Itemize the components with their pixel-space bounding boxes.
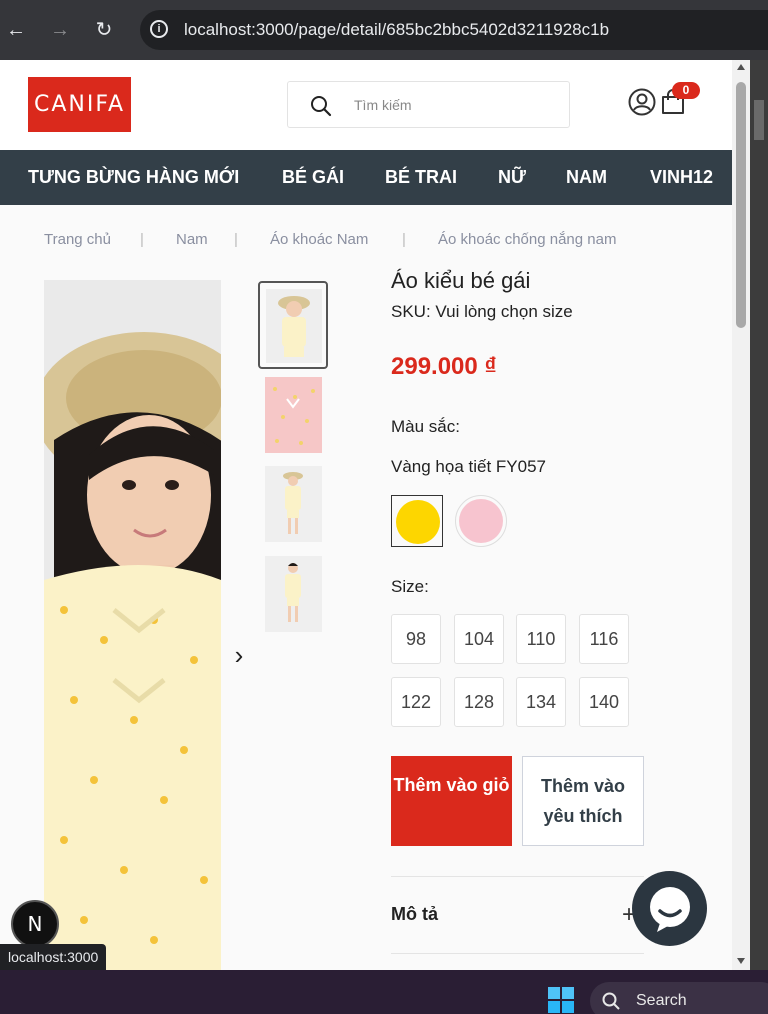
nav-item-women[interactable]: NỮ — [498, 167, 526, 188]
nav-item-vinh12[interactable]: VINH12 — [650, 167, 713, 188]
size-option-128[interactable]: 128 — [454, 677, 504, 727]
product-sku: SKU: Vui lòng chọn size — [391, 302, 573, 321]
side-panel-strip — [750, 60, 768, 970]
color-swatch-yellow[interactable] — [391, 495, 443, 547]
taskbar-search-label: Search — [636, 992, 687, 1009]
chat-support-button[interactable] — [632, 871, 707, 946]
chat-bubble-icon — [650, 887, 690, 932]
thumbnail-pink-shirt — [265, 377, 322, 453]
search-icon — [311, 96, 332, 117]
breadcrumb-sun-jackets[interactable]: Áo khoác chống nắng nam — [438, 231, 616, 248]
address-bar-url: localhost:3000/page/detail/685bc2bbc5402… — [184, 20, 610, 39]
add-to-cart-button[interactable]: Thêm vào giỏ — [391, 756, 512, 846]
address-bar[interactable]: i localhost:3000/page/detail/685bc2bbc54… — [140, 10, 768, 50]
nextjs-dev-badge[interactable]: N — [11, 900, 59, 948]
section-divider — [391, 953, 644, 954]
selected-color-name: Vàng họa tiết FY057 — [391, 457, 547, 476]
breadcrumb-men[interactable]: Nam — [176, 231, 208, 248]
thumbnail-girl-front — [266, 289, 322, 363]
section-divider — [391, 876, 644, 877]
user-account-icon[interactable] — [628, 88, 656, 116]
size-label: Size: — [391, 577, 429, 596]
site-info-icon[interactable]: i — [150, 20, 168, 38]
nav-item-boys[interactable]: BÉ TRAI — [385, 167, 457, 188]
site-header: CANIFA Tìm kiếm 0 — [0, 60, 732, 150]
scrollbar-thumb[interactable] — [736, 82, 746, 328]
breadcrumb-separator: | — [234, 231, 238, 248]
size-option-122[interactable]: 122 — [391, 677, 441, 727]
main-navigation: TƯNG BỪNG HÀNG MỚI BÉ GÁI BÉ TRAI NỮ NAM… — [0, 150, 732, 205]
back-arrow-icon[interactable]: ← — [4, 18, 28, 42]
search-input[interactable]: Tìm kiếm — [287, 81, 570, 128]
size-option-134[interactable]: 134 — [516, 677, 566, 727]
link-status-url: localhost:3000 — [0, 944, 107, 970]
taskbar-search[interactable]: Search — [590, 982, 768, 1014]
search-placeholder: Tìm kiếm — [354, 97, 412, 113]
nav-item-men[interactable]: NAM — [566, 167, 607, 188]
thumbnail-girl-full-2 — [265, 556, 322, 632]
browser-toolbar: ← → ↻ i localhost:3000/page/detail/685bc… — [0, 0, 768, 60]
side-strip-marker — [754, 100, 764, 140]
breadcrumb-home[interactable]: Trang chủ — [44, 231, 111, 248]
thumbnail-1[interactable] — [258, 281, 328, 369]
size-option-116[interactable]: 116 — [579, 614, 629, 664]
canifa-logo[interactable]: CANIFA — [28, 77, 131, 132]
product-title: Áo kiểu bé gái — [391, 268, 531, 293]
cart-count-badge: 0 — [672, 82, 700, 99]
thumbnail-2[interactable] — [265, 377, 322, 453]
scroll-down-arrow-icon[interactable] — [737, 958, 745, 964]
reload-icon[interactable]: ↻ — [92, 18, 116, 42]
nav-item-new-arrivals[interactable]: TƯNG BỪNG HÀNG MỚI — [28, 167, 239, 188]
main-product-image[interactable] — [44, 280, 221, 970]
color-swatch-yellow-dot — [396, 500, 440, 544]
size-option-98[interactable]: 98 — [391, 614, 441, 664]
product-detail: Trang chủ | Nam | Áo khoác Nam | Áo khoá… — [0, 205, 732, 970]
page-scrollbar[interactable] — [732, 60, 750, 970]
thumbnail-3[interactable] — [265, 466, 322, 542]
breadcrumb-men-jackets[interactable]: Áo khoác Nam — [270, 231, 368, 248]
scroll-up-arrow-icon[interactable] — [737, 64, 745, 70]
taskbar-search-icon — [602, 992, 620, 1010]
forward-arrow-icon[interactable]: → — [48, 18, 72, 42]
color-swatch-pink-dot — [459, 499, 503, 543]
size-option-140[interactable]: 140 — [579, 677, 629, 727]
windows-start-icon[interactable] — [547, 986, 575, 1014]
thumbnail-4[interactable] — [265, 556, 322, 632]
description-heading[interactable]: Mô tả — [391, 904, 438, 925]
breadcrumb-separator: | — [140, 231, 144, 248]
next-image-chevron-icon[interactable]: › — [228, 640, 250, 670]
product-photo-girl — [44, 280, 221, 970]
size-option-110[interactable]: 110 — [516, 614, 566, 664]
breadcrumb-separator: | — [402, 231, 406, 248]
thumbnail-girl-full-1 — [265, 466, 322, 542]
size-option-104[interactable]: 104 — [454, 614, 504, 664]
product-price: 299.000 ₫ — [391, 353, 497, 380]
add-to-wishlist-button[interactable]: Thêm vào yêu thích — [522, 756, 644, 846]
color-swatch-pink[interactable] — [455, 495, 507, 547]
nav-item-girls[interactable]: BÉ GÁI — [282, 167, 344, 188]
color-label: Màu sắc: — [391, 417, 460, 436]
